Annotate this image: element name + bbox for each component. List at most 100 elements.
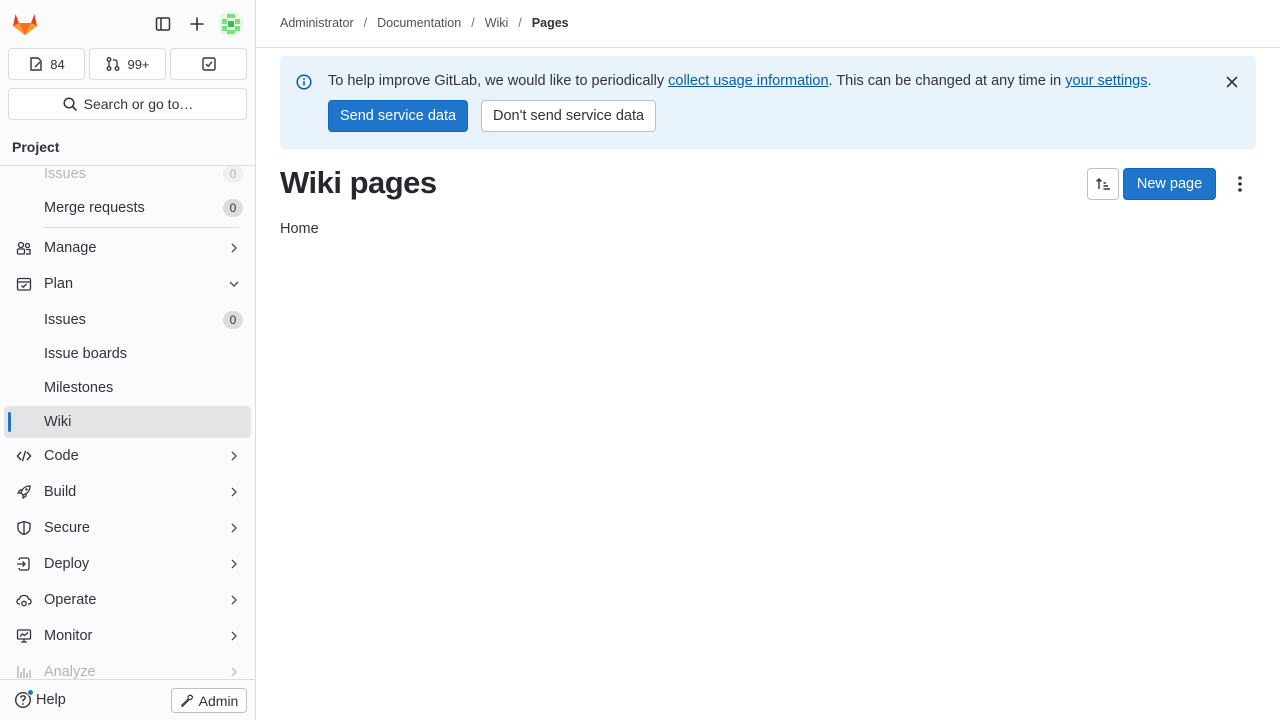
monitor-icon (16, 629, 32, 643)
sort-direction-button[interactable] (1087, 168, 1119, 200)
merge-requests-badge: 0 (223, 199, 243, 217)
gitlab-logo-icon[interactable] (12, 12, 38, 36)
sidebar-item-milestones[interactable]: Milestones (4, 372, 251, 404)
avatar[interactable] (218, 11, 244, 37)
sidebar-item-label: Analyze (44, 664, 96, 679)
sidebar-item-secure[interactable]: Secure (4, 512, 251, 544)
search-button[interactable]: Search or go to… (8, 88, 247, 120)
breadcrumb-separator: / (518, 16, 522, 30)
page-title: Wiki pages (280, 165, 437, 200)
sidebar-header (0, 0, 255, 48)
close-icon[interactable] (1224, 74, 1240, 90)
chevron-right-icon (231, 243, 237, 253)
sidebar-item-plan[interactable]: Plan (4, 268, 251, 300)
sidebar-toggle-icon (155, 17, 171, 31)
more-actions-button[interactable] (1228, 174, 1252, 194)
service-ping-banner: To help improve GitLab, we would like to… (280, 56, 1256, 149)
chevron-right-icon (231, 559, 237, 569)
breadcrumb-item-administrator[interactable]: Administrator (280, 16, 354, 30)
chevron-right-icon (231, 595, 237, 605)
merge-requests-count: 99+ (127, 56, 150, 72)
users-icon (16, 241, 31, 255)
sort-ascending-icon (1096, 178, 1110, 190)
rocket-icon (16, 485, 31, 500)
banner-text: . (1147, 73, 1152, 89)
sidebar-item-wiki[interactable]: Wiki (4, 406, 251, 438)
breadcrumb: Administrator / Documentation / Wiki / P… (280, 16, 569, 30)
sidebar-item-operate[interactable]: Operate (4, 584, 251, 616)
avatar-identicon-icon (222, 14, 240, 34)
breadcrumb-separator: / (363, 16, 368, 30)
banner-text: . This can be changed at any time in (828, 73, 1066, 89)
chevron-down-icon (229, 281, 239, 287)
sidebar-item-label: Monitor (44, 628, 93, 644)
banner-text: To help improve GitLab, we would like to… (328, 73, 669, 89)
create-new-button[interactable] (183, 10, 211, 38)
your-settings-link[interactable]: your settings (1065, 73, 1147, 89)
sidebar-item-label: Deploy (44, 556, 90, 572)
collect-usage-link[interactable]: collect usage information (668, 73, 828, 89)
admin-area-button[interactable]: Admin (171, 688, 247, 713)
sidebar-item-label: Manage (44, 240, 97, 256)
send-service-data-button[interactable]: Send service data (328, 100, 469, 132)
sidebar-item-deploy[interactable]: Deploy (4, 548, 251, 580)
plus-icon (190, 17, 204, 31)
search-icon (63, 97, 77, 111)
issues-icon (30, 57, 42, 71)
info-icon (296, 74, 312, 90)
chevron-right-icon (231, 667, 237, 677)
chart-icon (17, 666, 31, 678)
banner-message: To help improve GitLab, we would like to… (328, 73, 1152, 89)
sidebar-item-label: Merge requests (44, 200, 145, 216)
code-icon (16, 450, 32, 462)
chevron-right-icon (231, 451, 237, 461)
todo-button[interactable] (170, 48, 247, 80)
wrench-icon (180, 694, 193, 707)
deploy-icon (17, 557, 30, 571)
cloud-gear-icon (16, 594, 32, 607)
sidebar-item-issue-boards[interactable]: Issue boards (4, 338, 251, 370)
sidebar-item-analyze[interactable]: Analyze (4, 656, 251, 679)
assigned-issues-button[interactable]: 84 (8, 48, 85, 80)
sidebar-item-merge-requests[interactable]: Merge requests 0 (4, 192, 251, 224)
breadcrumb-item-documentation[interactable]: Documentation (377, 16, 461, 30)
sidebar-item-build[interactable]: Build (4, 476, 251, 508)
sidebar-item-manage[interactable]: Manage (4, 232, 251, 264)
toggle-sidebar-button[interactable] (149, 10, 177, 38)
sidebar-item-plan-issues[interactable]: Issues 0 (4, 304, 251, 336)
new-page-button[interactable]: New page (1123, 168, 1216, 200)
breadcrumb-item-pages[interactable]: Pages (532, 16, 569, 30)
help-button[interactable]: Help (14, 689, 66, 709)
sidebar-footer: Help Admin (0, 679, 255, 720)
sidebar-item-monitor[interactable]: Monitor (4, 620, 251, 652)
chevron-right-icon (231, 631, 237, 641)
issues-count: 84 (50, 56, 65, 72)
breadcrumb-item-wiki[interactable]: Wiki (485, 16, 509, 30)
user-counts: 84 99+ (8, 48, 247, 80)
admin-label: Admin (198, 692, 239, 709)
sidebar-item-label: Issue boards (44, 346, 128, 362)
sidebar-item-label: Operate (44, 592, 97, 608)
issues-badge: 0 (223, 166, 243, 183)
sidebar-item-label: Secure (44, 520, 90, 536)
sidebar-item-label: Wiki (44, 414, 72, 430)
merge-requests-button[interactable]: 99+ (89, 48, 166, 80)
dont-send-service-data-button[interactable]: Don't send service data (481, 100, 657, 132)
sidebar-item-code[interactable]: Code (4, 440, 251, 472)
shield-icon (17, 520, 31, 536)
sidebar-item-issues-faded[interactable]: Issues 0 (4, 166, 251, 190)
chevron-right-icon (231, 523, 237, 533)
chevron-right-icon (231, 487, 237, 497)
breadcrumb-separator: / (471, 16, 475, 30)
sidebar-item-label: Issues (44, 166, 86, 182)
top-bar: Administrator / Documentation / Wiki / P… (256, 0, 1280, 48)
context-title: Project (0, 128, 255, 166)
search-label: Search or go to… (83, 96, 194, 112)
sidebar-item-label: Plan (44, 276, 74, 292)
sidebar-item-label: Issues (44, 312, 86, 328)
wiki-page-link-home[interactable]: Home (280, 221, 319, 237)
ellipsis-vertical-icon (1238, 176, 1242, 192)
help-label: Help (36, 692, 66, 708)
sidebar-nav: Issues 0 Merge requests 0 Manage Plan Is… (0, 166, 255, 679)
help-icon (14, 689, 34, 709)
